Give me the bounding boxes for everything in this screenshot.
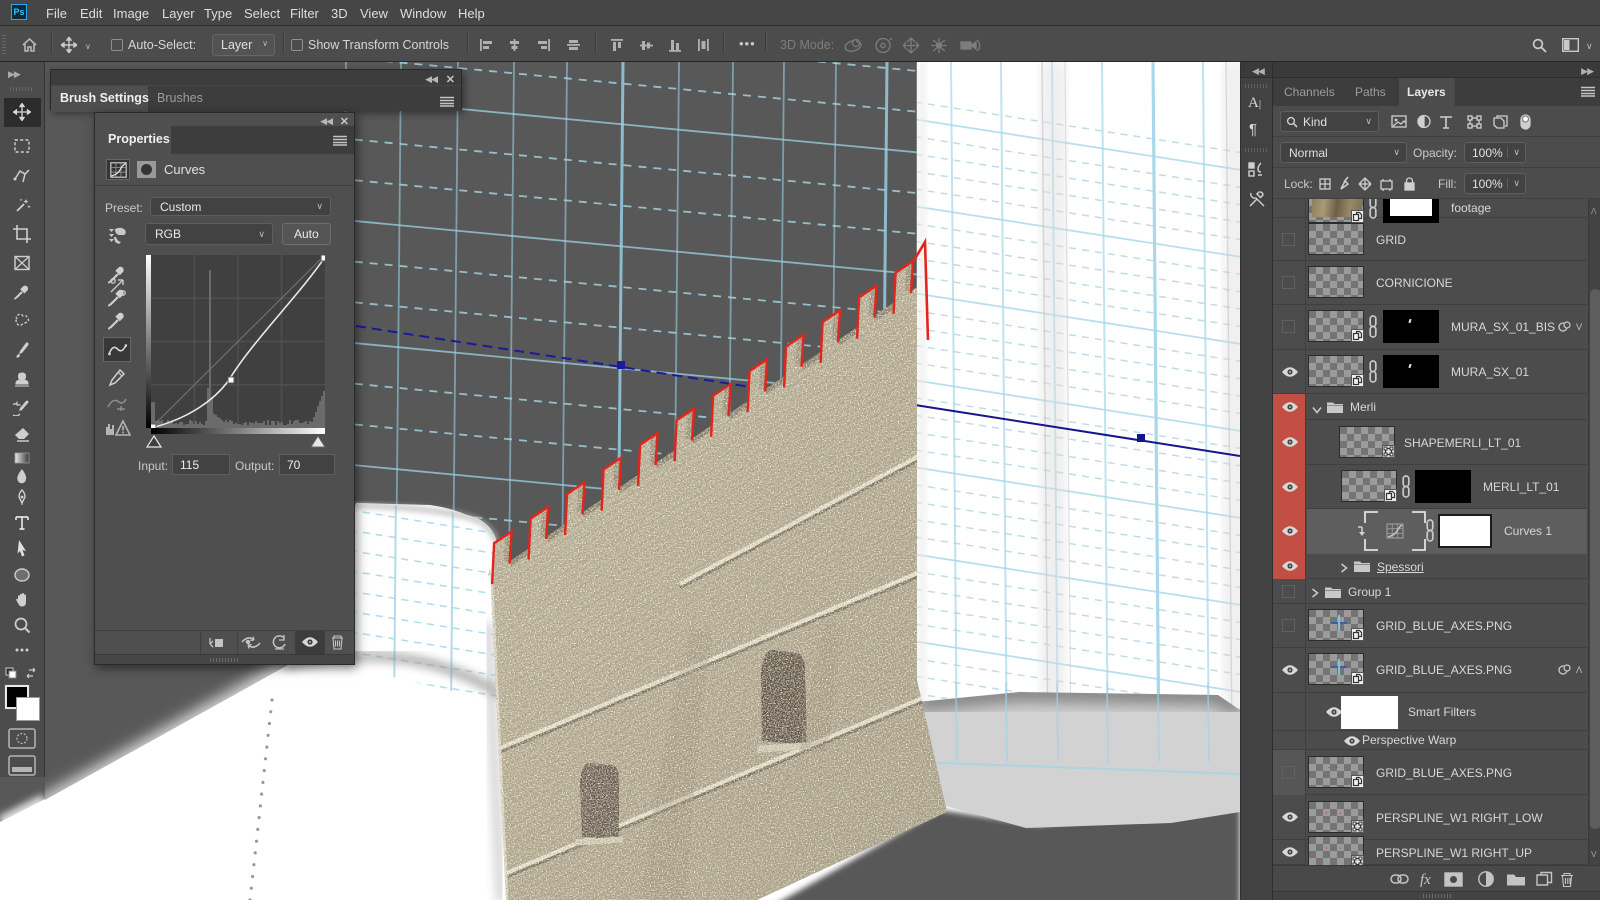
svg-text:fx: fx xyxy=(1420,872,1431,888)
